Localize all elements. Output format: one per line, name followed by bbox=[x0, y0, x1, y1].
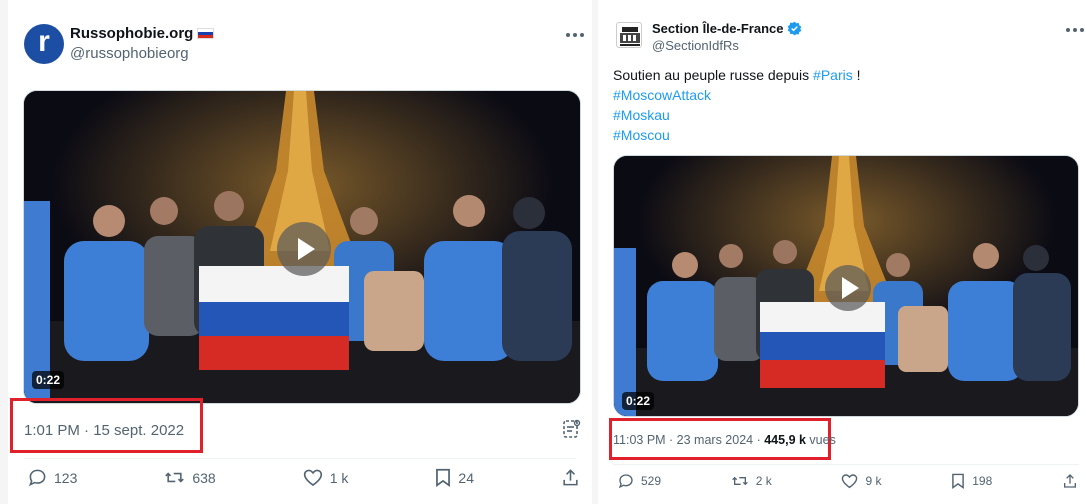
tweet-timestamp[interactable]: 1:01 PM · 15 sept. 2022 bbox=[24, 422, 184, 439]
video-duration: 0:22 bbox=[622, 392, 655, 410]
author-name-line: Russophobie.org bbox=[70, 25, 215, 42]
reply-icon bbox=[29, 469, 46, 487]
tweet-text-end: ! bbox=[852, 67, 861, 83]
grok-analyze-icon[interactable] bbox=[562, 418, 582, 440]
bookmark-button[interactable]: 24 bbox=[435, 468, 474, 487]
like-count: 1 k bbox=[329, 469, 349, 486]
more-options-icon[interactable] bbox=[566, 33, 584, 37]
hashtag-moskau[interactable]: #Moskau bbox=[613, 105, 861, 125]
reply-count: 123 bbox=[54, 469, 78, 486]
tweet-card-russophobie: r Russophobie.org @russophobieorg 0:22 1… bbox=[8, 0, 592, 504]
tweet-text-intro: Soutien au peuple russe depuis bbox=[613, 67, 814, 83]
verified-badge-icon bbox=[788, 21, 802, 36]
heart-icon bbox=[842, 474, 858, 489]
timestamp-link[interactable]: 11:03 PM · 23 mars 2024 · bbox=[613, 433, 764, 447]
reply-button[interactable]: 529 bbox=[618, 473, 661, 489]
like-count: 9 k bbox=[865, 474, 882, 488]
reply-count: 529 bbox=[641, 474, 662, 488]
divider bbox=[24, 458, 576, 459]
tweet-card-section-idf: Section Île-de-France @SectionIdfRs Sout… bbox=[598, 0, 1086, 504]
reply-button[interactable]: 123 bbox=[28, 468, 77, 487]
more-options-icon[interactable] bbox=[1066, 28, 1084, 32]
hashtag-paris[interactable]: #Paris bbox=[813, 67, 853, 83]
author-display-name[interactable]: Section Île-de-France bbox=[652, 21, 783, 36]
share-button[interactable] bbox=[561, 468, 580, 487]
author-display-name[interactable]: Russophobie.org bbox=[70, 25, 193, 42]
video-player[interactable]: 0:22 bbox=[23, 90, 581, 404]
like-button[interactable]: 1 k bbox=[303, 468, 349, 487]
repost-count: 2 k bbox=[755, 474, 772, 488]
bookmark-icon bbox=[952, 473, 965, 489]
video-duration: 0:22 bbox=[32, 371, 65, 389]
bookmark-button[interactable]: 198 bbox=[951, 473, 992, 489]
repost-button[interactable]: 2 k bbox=[731, 473, 772, 489]
repost-count: 638 bbox=[192, 469, 216, 486]
video-player[interactable]: 0:22 bbox=[613, 155, 1079, 417]
hashtag-moscowattack[interactable]: #MoscowAttack bbox=[613, 85, 861, 105]
views-count: 445,9 k bbox=[764, 433, 806, 447]
reply-icon bbox=[618, 474, 633, 489]
share-icon bbox=[563, 469, 578, 486]
author-name-line: Section Île-de-France bbox=[652, 21, 802, 36]
share-icon bbox=[1063, 474, 1076, 488]
play-button[interactable] bbox=[277, 222, 331, 276]
avatar[interactable] bbox=[616, 22, 642, 48]
tweet-timestamp: 11:03 PM · 23 mars 2024 · 445,9 k vues bbox=[613, 433, 836, 447]
repost-icon bbox=[731, 476, 748, 486]
avatar-letter: r bbox=[38, 25, 50, 58]
repost-button[interactable]: 638 bbox=[164, 468, 216, 487]
bookmark-count: 198 bbox=[972, 474, 993, 488]
section-emblem-icon bbox=[620, 27, 640, 46]
repost-icon bbox=[165, 472, 185, 483]
russia-flag-icon bbox=[197, 28, 215, 39]
heart-icon bbox=[303, 469, 322, 486]
action-bar: 123 638 1 k 24 bbox=[28, 468, 580, 487]
avatar[interactable]: r bbox=[24, 24, 64, 64]
bookmark-icon bbox=[436, 468, 451, 487]
bookmark-count: 24 bbox=[458, 469, 474, 486]
play-button[interactable] bbox=[825, 265, 871, 311]
views-label: vues bbox=[805, 433, 836, 447]
hashtag-moscou[interactable]: #Moscou bbox=[613, 125, 861, 145]
author-handle[interactable]: @SectionIdfRs bbox=[652, 38, 739, 53]
author-handle[interactable]: @russophobieorg bbox=[70, 45, 189, 62]
timestamp-link[interactable]: 1:01 PM · 15 sept. 2022 bbox=[24, 422, 184, 439]
divider bbox=[613, 464, 1079, 465]
share-button[interactable] bbox=[1062, 473, 1078, 489]
tweet-text: Soutien au peuple russe depuis #Paris ! … bbox=[613, 65, 861, 145]
action-bar: 529 2 k 9 k 198 bbox=[618, 473, 1078, 489]
like-button[interactable]: 9 k bbox=[841, 473, 882, 489]
tweet-text-line: Soutien au peuple russe depuis #Paris ! bbox=[613, 65, 861, 85]
